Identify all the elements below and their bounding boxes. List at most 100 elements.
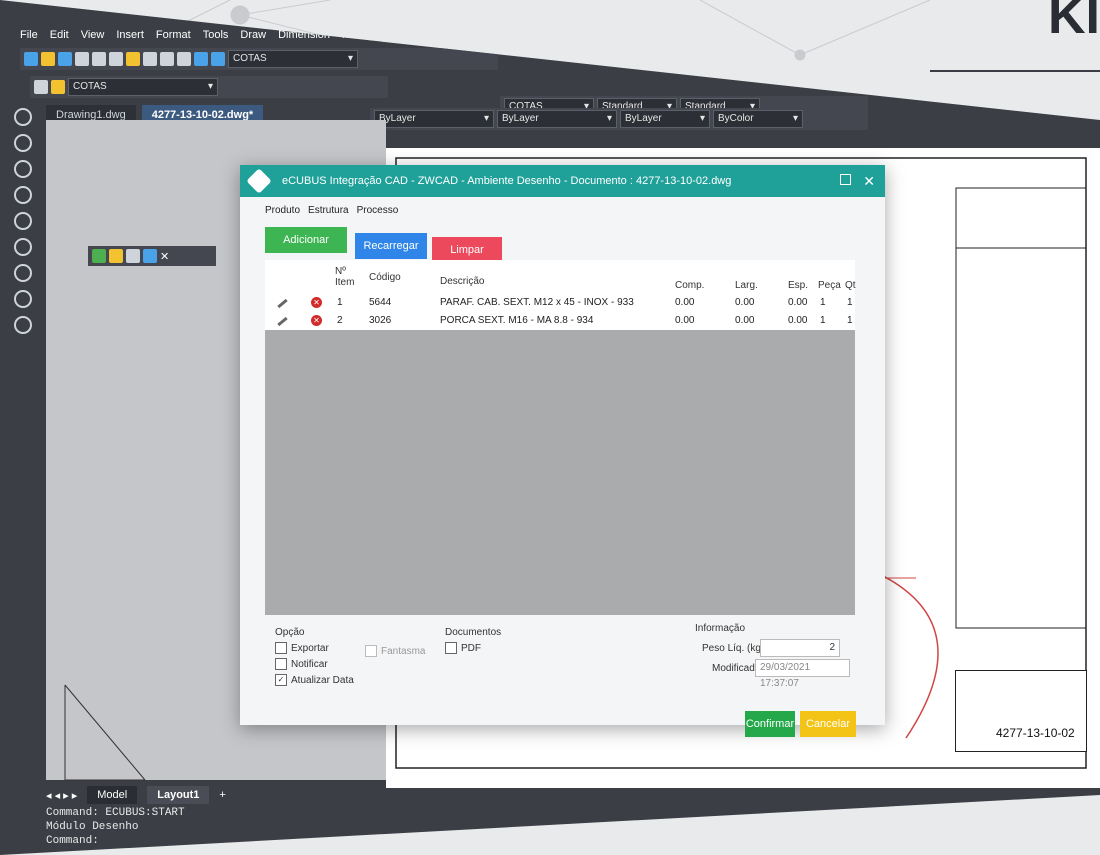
open-icon[interactable] (41, 52, 55, 66)
tab-layout1[interactable]: Layout1 (147, 786, 210, 804)
row-larg: 0.00 (735, 315, 755, 326)
spline-tool-icon[interactable] (14, 238, 32, 256)
lineweight-dropdown[interactable]: ByLayer ▾ (620, 110, 710, 128)
dialog-menu-processo[interactable]: Processo (357, 205, 399, 216)
standard-toolbar: COTAS ▾ (20, 48, 498, 70)
ecubus-list-icon[interactable] (126, 249, 140, 263)
headline-underline (930, 70, 1100, 72)
row-item: 1 (337, 297, 343, 308)
layer-manager-icon[interactable] (34, 80, 48, 94)
phantom-checkbox[interactable] (365, 645, 377, 657)
phantom-option: Fantasma (365, 641, 425, 657)
col-code: Código (369, 272, 401, 283)
pdf-checkbox[interactable] (445, 642, 457, 654)
col-comp: Comp. (675, 280, 705, 291)
ellipse-tool-icon[interactable] (14, 212, 32, 230)
help-icon[interactable] (211, 52, 225, 66)
items-grid[interactable]: Nº Item Código Descrição Comp. Larg. Esp… (265, 260, 856, 615)
modified-value: 29/03/2021 17:37:07 (755, 659, 850, 689)
zoom-icon[interactable] (177, 52, 191, 66)
add-button[interactable]: Adicionar (265, 227, 347, 253)
edit-icon[interactable] (277, 316, 288, 327)
pdf-label: PDF (461, 642, 481, 654)
options-section: Opção Exportar Notificar ✓ Atualizar Data (275, 627, 354, 686)
remove-icon[interactable]: ✕ (311, 315, 322, 326)
weight-label: Peso Líq. (kg): (702, 643, 768, 654)
menu-view[interactable]: View (75, 24, 111, 46)
add-layout-icon[interactable]: + (219, 789, 225, 801)
reload-button[interactable]: Recarregar (355, 233, 427, 259)
table-tool-icon[interactable] (14, 316, 32, 334)
documents-label: Documentos (445, 627, 502, 638)
row-peca: 1 (820, 315, 826, 326)
arc-tool-icon[interactable] (14, 134, 32, 152)
row-desc: PORCA SEXT. M16 - MA 8.8 - 934 (440, 315, 594, 326)
update-date-checkbox[interactable]: ✓ (275, 674, 287, 686)
command-line-2: Módulo Desenho (46, 821, 139, 833)
revcloud-tool-icon[interactable] (14, 264, 32, 282)
text-style-dropdown[interactable]: COTAS ▾ (228, 50, 358, 68)
ecubus-start-icon[interactable] (92, 249, 106, 263)
color-dropdown[interactable]: ByLayer ▾ (374, 110, 494, 128)
cancel-button[interactable]: Cancelar (800, 711, 856, 737)
menu-file[interactable]: File (14, 24, 44, 46)
copy-icon[interactable] (109, 52, 123, 66)
col-item: Nº Item (335, 266, 355, 288)
documents-section: Documentos PDF (445, 627, 501, 654)
menu-format[interactable]: Format (150, 24, 197, 46)
col-qt: Qt (845, 280, 856, 291)
properties-icon[interactable] (194, 52, 208, 66)
update-date-label: Atualizar Data (291, 674, 354, 686)
row-code: 3026 (369, 315, 392, 326)
ecubus-doc-icon[interactable] (143, 249, 157, 263)
new-icon[interactable] (24, 52, 38, 66)
circle-tool-icon[interactable] (14, 108, 32, 126)
dialog-close-icon[interactable]: ✕ (863, 173, 875, 190)
row-esp: 0.00 (788, 297, 808, 308)
bulb-icon[interactable] (51, 80, 65, 94)
tab-model[interactable]: Model (87, 786, 138, 804)
properties-toolbar: ByLayer ▾ ByLayer ▾ ByLayer ▾ ByColor ▾ (370, 108, 868, 130)
command-line[interactable]: Command: ECUBUS:START Módulo Desenho Com… (46, 806, 185, 848)
save-icon[interactable] (58, 52, 72, 66)
plotstyle-dropdown[interactable]: ByColor ▾ (713, 110, 803, 128)
weight-input[interactable]: 2 (760, 639, 840, 657)
rectangle-tool-icon[interactable] (14, 186, 32, 204)
row-larg: 0.00 (735, 297, 755, 308)
undo-icon[interactable] (143, 52, 157, 66)
nav-arrows-icon[interactable]: ◂ ◂ ▸ ▸ (46, 789, 77, 802)
notify-checkbox[interactable] (275, 658, 287, 670)
redo-icon[interactable] (160, 52, 174, 66)
table-row[interactable]: ✕ 2 3026 PORCA SEXT. M16 - MA 8.8 - 934 … (265, 312, 855, 330)
edit-icon[interactable] (277, 298, 288, 309)
polygon-tool-icon[interactable] (14, 160, 32, 178)
menu-tools[interactable]: Tools (197, 24, 235, 46)
export-checkbox[interactable] (275, 642, 287, 654)
headline-text: KI (1048, 0, 1100, 45)
remove-icon[interactable]: ✕ (311, 297, 322, 308)
title-block-number: 4277-13-10-02 (996, 726, 1075, 740)
cut-icon[interactable] (92, 52, 106, 66)
linetype-dropdown[interactable]: ByLayer ▾ (497, 110, 617, 128)
dialog-title: eCUBUS Integração CAD - ZWCAD - Ambiente… (282, 175, 732, 187)
row-item: 2 (337, 315, 343, 326)
dialog-menu: Produto Estrutura Processo (265, 205, 398, 216)
col-desc: Descrição (440, 276, 485, 287)
table-row[interactable]: ✕ 1 5644 PARAF. CAB. SEXT. M12 x 45 - IN… (265, 294, 855, 312)
maximize-icon[interactable] (840, 174, 851, 185)
confirm-button[interactable]: Confirmar (745, 711, 795, 737)
layer-dropdown[interactable]: COTAS ▾ (68, 78, 218, 96)
row-qt: 1 (847, 297, 853, 308)
hatch-tool-icon[interactable] (14, 290, 32, 308)
print-icon[interactable] (75, 52, 89, 66)
dialog-menu-estrutura[interactable]: Estrutura (308, 205, 349, 216)
paste-icon[interactable] (126, 52, 140, 66)
zwcad-window: File Edit View Insert Format Tools Draw … (0, 0, 1100, 855)
dialog-menu-produto[interactable]: Produto (265, 205, 300, 216)
menu-edit[interactable]: Edit (44, 24, 75, 46)
row-code: 5644 (369, 297, 392, 308)
ecubus-edit-icon[interactable] (109, 249, 123, 263)
menu-insert[interactable]: Insert (110, 24, 150, 46)
command-line-1: Command: ECUBUS:START (46, 807, 185, 819)
close-icon[interactable]: ✕ (160, 250, 169, 263)
